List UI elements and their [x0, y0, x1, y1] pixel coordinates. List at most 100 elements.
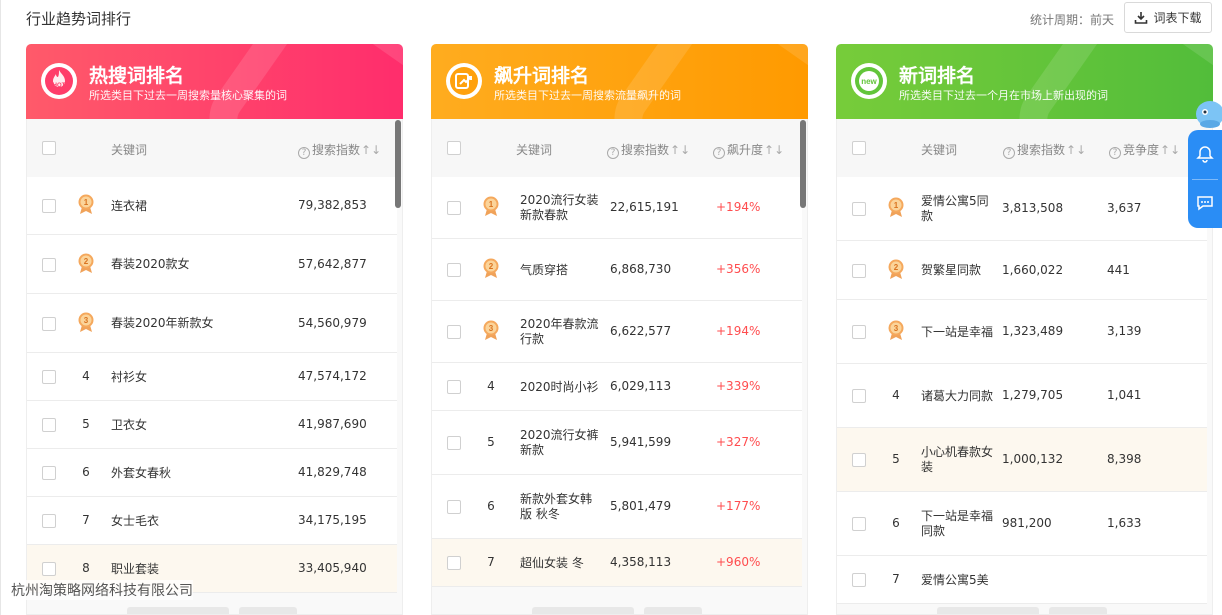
search-index-value: 41,987,690 — [298, 417, 367, 431]
keyword[interactable]: 爱情公寓5同款 — [921, 194, 993, 224]
keyword[interactable]: 2020时尚小衫 — [520, 380, 600, 395]
row-checkbox[interactable] — [852, 389, 866, 403]
keyword[interactable]: 2020流行女裤新款 — [520, 428, 600, 458]
help-icon: ? — [1109, 147, 1121, 159]
table-row[interactable]: 2 春装2020款女 57,642,877 — [27, 235, 397, 294]
col-rise[interactable]: ? 飙升度↑↓ — [713, 141, 784, 159]
keyword[interactable]: 卫衣女 — [111, 418, 281, 433]
table-row[interactable]: 7 爱情公寓5美 — [837, 556, 1207, 604]
row-checkbox[interactable] — [42, 316, 56, 331]
table-row[interactable]: 6 下一站是幸福同款 981,200 1,633 — [837, 492, 1207, 556]
stat-period: 统计周期：前天 — [1029, 13, 1114, 27]
row-checkbox[interactable] — [447, 436, 461, 450]
row-checkbox[interactable] — [447, 325, 461, 339]
row-checkbox[interactable] — [42, 257, 56, 272]
keyword[interactable]: 春装2020年新款女 — [111, 316, 281, 331]
keyword[interactable]: 贺繁星同款 — [921, 263, 993, 278]
keyword[interactable]: 2020流行女装新款春款 — [520, 193, 600, 223]
col-search-index[interactable]: ? 搜索指数↑↓ — [607, 141, 690, 159]
row-checkbox[interactable] — [447, 556, 461, 570]
keyword[interactable]: 连衣裙 — [111, 199, 281, 214]
row-checkbox[interactable] — [852, 202, 866, 216]
keyword[interactable]: 下一站是幸福同款 — [921, 509, 993, 539]
sort-icon: ↑↓ — [670, 143, 691, 157]
keyword[interactable]: 气质穿搭 — [520, 263, 600, 278]
table-row[interactable]: 5 2020流行女裤新款 5,941,599 +327% — [432, 411, 802, 475]
table-row[interactable]: 4 衬衫女 47,574,172 — [27, 353, 397, 401]
keyword[interactable]: 新款外套女韩版 秋冬 — [520, 492, 600, 522]
keyword[interactable]: 小心机春款女装 — [921, 445, 993, 475]
scrollbar[interactable] — [395, 120, 401, 614]
keyword[interactable]: 爱情公寓5美 — [921, 573, 993, 588]
rank-number: 7 — [892, 572, 900, 586]
table-row[interactable]: 6 新款外套女韩版 秋冬 5,801,479 +177% — [432, 475, 802, 539]
keyword[interactable]: 下一站是幸福 — [921, 325, 993, 340]
keyword[interactable]: 春装2020款女 — [111, 257, 281, 272]
rank-number: 5 — [82, 417, 90, 431]
keyword[interactable]: 外套女春秋 — [111, 466, 281, 481]
download-button[interactable]: 词表下载 — [1124, 2, 1212, 33]
table-row[interactable]: 2 贺繁星同款 1,660,022 441 — [837, 241, 1207, 300]
keyword[interactable]: 2020年春款流行款 — [520, 317, 600, 347]
table-row[interactable]: 5 卫衣女 41,987,690 — [27, 401, 397, 449]
table-row[interactable]: 6 外套女春秋 41,829,748 — [27, 449, 397, 497]
assistant-robot-icon[interactable] — [1192, 96, 1222, 130]
competition-value: 1,633 — [1107, 516, 1142, 530]
keyword[interactable]: 女士毛衣 — [111, 514, 281, 529]
table-row[interactable]: 3 2020年春款流行款 6,622,577 +194% — [432, 301, 802, 363]
page-title: 行业趋势词排行 — [26, 10, 132, 28]
select-all-checkbox[interactable] — [447, 141, 461, 155]
keyword[interactable]: 超仙女装 冬 — [520, 556, 600, 571]
table-row[interactable]: 7 女士毛衣 34,175,195 — [27, 497, 397, 545]
row-checkbox[interactable] — [852, 573, 866, 587]
row-checkbox[interactable] — [852, 325, 866, 339]
keyword[interactable]: 诸葛大力同款 — [921, 389, 993, 404]
search-index-value: 5,801,479 — [610, 499, 672, 513]
rising-header: 飙升词排名 所选类目下过去一周搜索流量飙升的词 — [431, 44, 808, 119]
col-search-index[interactable]: ? 搜索指数↑↓ — [1003, 141, 1086, 159]
row-checkbox[interactable] — [852, 453, 866, 467]
pager — [127, 604, 307, 614]
col-search-index[interactable]: ? 搜索指数↑↓ — [298, 141, 381, 159]
table-row[interactable]: 2 气质穿搭 6,868,730 +356% — [432, 239, 802, 301]
row-checkbox[interactable] — [42, 514, 56, 528]
rank-number: 4 — [892, 388, 900, 402]
row-checkbox[interactable] — [42, 199, 56, 213]
col-competition[interactable]: ? 竞争度↑↓ — [1109, 141, 1180, 159]
row-checkbox[interactable] — [42, 370, 56, 384]
table-row[interactable]: 1 爱情公寓5同款 3,813,508 3,637 — [837, 177, 1207, 241]
chat-icon[interactable] — [1196, 194, 1214, 212]
competition-value: 441 — [1107, 262, 1130, 277]
scrollbar[interactable] — [800, 120, 806, 614]
bell-icon[interactable] — [1196, 145, 1214, 163]
row-checkbox[interactable] — [447, 263, 461, 277]
table-row[interactable]: 3 下一站是幸福 1,323,489 3,139 — [837, 300, 1207, 364]
row-checkbox[interactable] — [42, 418, 56, 432]
table-row[interactable]: 3 春装2020年新款女 54,560,979 — [27, 294, 397, 353]
row-checkbox[interactable] — [852, 517, 866, 531]
row-checkbox[interactable] — [852, 263, 866, 278]
search-index-value: 3,813,508 — [1002, 201, 1064, 215]
row-checkbox[interactable] — [42, 466, 56, 480]
table-row[interactable]: 4 2020时尚小衫 6,029,113 +339% — [432, 363, 802, 411]
new-icon: new — [851, 63, 887, 99]
row-checkbox[interactable] — [447, 380, 461, 394]
table-header: 关键词 ? 搜索指数↑↓ ? 竞争度↑↓ — [837, 119, 1212, 177]
svg-text:3: 3 — [84, 316, 89, 325]
row-checkbox[interactable] — [447, 201, 461, 215]
select-all-checkbox[interactable] — [852, 141, 866, 155]
row-checkbox[interactable] — [42, 562, 56, 576]
sort-icon: ↑↓ — [361, 143, 382, 157]
table-row[interactable]: 5 小心机春款女装 1,000,132 8,398 — [837, 428, 1207, 492]
new-words-card: new 新词排名 所选类目下过去一个月在市场上新出现的词 关键词 ? 搜索指数↑↓… — [836, 44, 1213, 615]
table-row[interactable]: 1 连衣裙 79,382,853 — [27, 177, 397, 235]
table-row[interactable]: 1 2020流行女装新款春款 22,615,191 +194% — [432, 177, 802, 239]
rank-number: 7 — [487, 555, 495, 569]
rise-value: +356% — [716, 262, 761, 276]
keyword[interactable]: 职业套装 — [111, 562, 281, 577]
row-checkbox[interactable] — [447, 500, 461, 514]
table-row[interactable]: 4 诸葛大力同款 1,279,705 1,041 — [837, 364, 1207, 428]
keyword[interactable]: 衬衫女 — [111, 370, 281, 385]
table-row[interactable]: 7 超仙女装 冬 4,358,113 +960% — [432, 539, 802, 587]
select-all-checkbox[interactable] — [42, 141, 56, 155]
